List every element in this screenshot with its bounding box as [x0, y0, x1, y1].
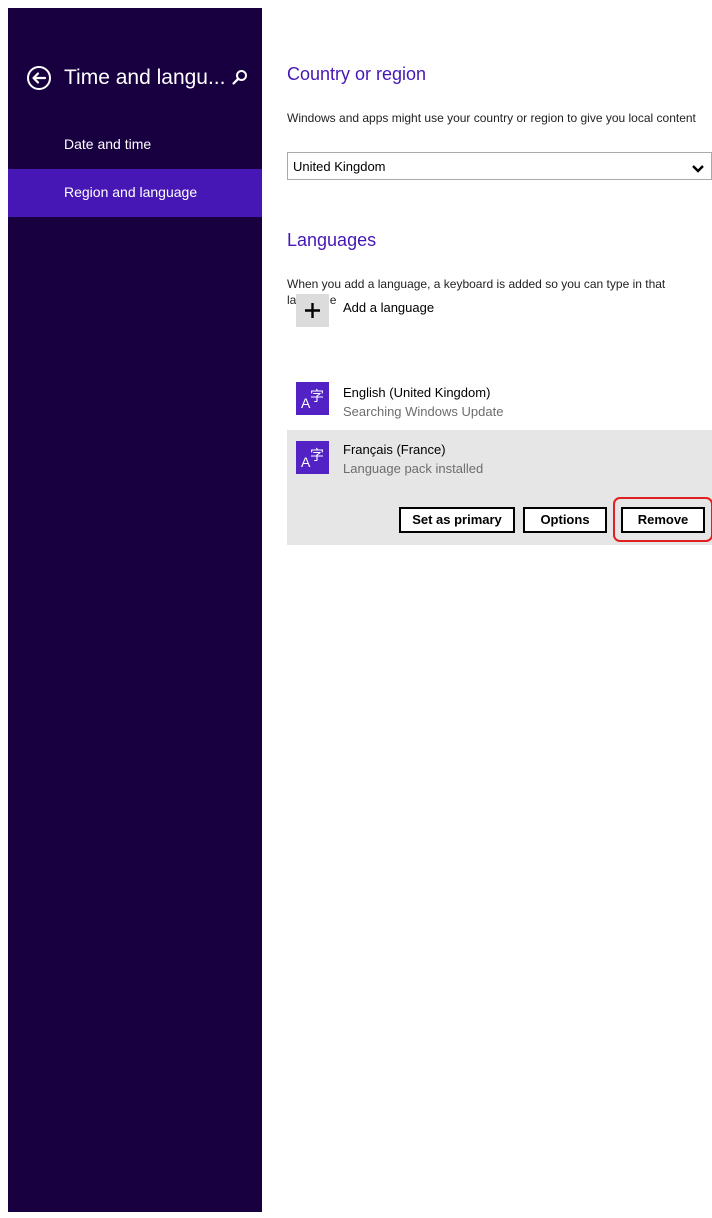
sidebar: Time and langu... Date and time Region a…	[8, 8, 262, 1212]
country-select[interactable]: United Kingdom	[287, 152, 712, 180]
sidebar-item-label: Date and time	[64, 136, 152, 152]
chevron-down-icon	[691, 161, 705, 173]
page-title: Time and langu...	[64, 66, 226, 89]
language-status: Language pack installed	[343, 461, 484, 476]
plus-icon	[305, 303, 320, 318]
language-name: Français (France)	[343, 442, 446, 457]
language-icon: A字	[296, 382, 329, 415]
add-language-label[interactable]: Add a language	[343, 300, 434, 315]
sidebar-item-region-and-language[interactable]: Region and language	[8, 169, 262, 217]
add-language-button[interactable]	[296, 294, 329, 327]
country-select-value: United Kingdom	[293, 159, 386, 174]
language-status: Searching Windows Update	[343, 404, 504, 419]
options-button[interactable]: Options	[523, 507, 607, 533]
language-name: English (United Kingdom)	[343, 385, 491, 400]
sidebar-item-label: Region and language	[64, 184, 198, 200]
sidebar-header: Time and langu...	[8, 60, 262, 96]
back-arrow-icon[interactable]	[26, 65, 52, 91]
country-description: Windows and apps might use your country …	[287, 111, 696, 125]
remove-highlight-outline	[613, 497, 712, 542]
languages-heading: Languages	[287, 230, 377, 250]
language-icon: A字	[296, 441, 329, 474]
set-as-primary-button[interactable]: Set as primary	[399, 507, 515, 533]
main-content: Country or region Windows and apps might…	[287, 0, 712, 1218]
country-heading: Country or region	[287, 64, 427, 84]
sidebar-item-date-and-time[interactable]: Date and time	[8, 121, 262, 169]
language-item-english[interactable]: A字 English (United Kingdom) Searching Wi…	[287, 376, 712, 430]
search-icon[interactable]	[230, 68, 250, 88]
